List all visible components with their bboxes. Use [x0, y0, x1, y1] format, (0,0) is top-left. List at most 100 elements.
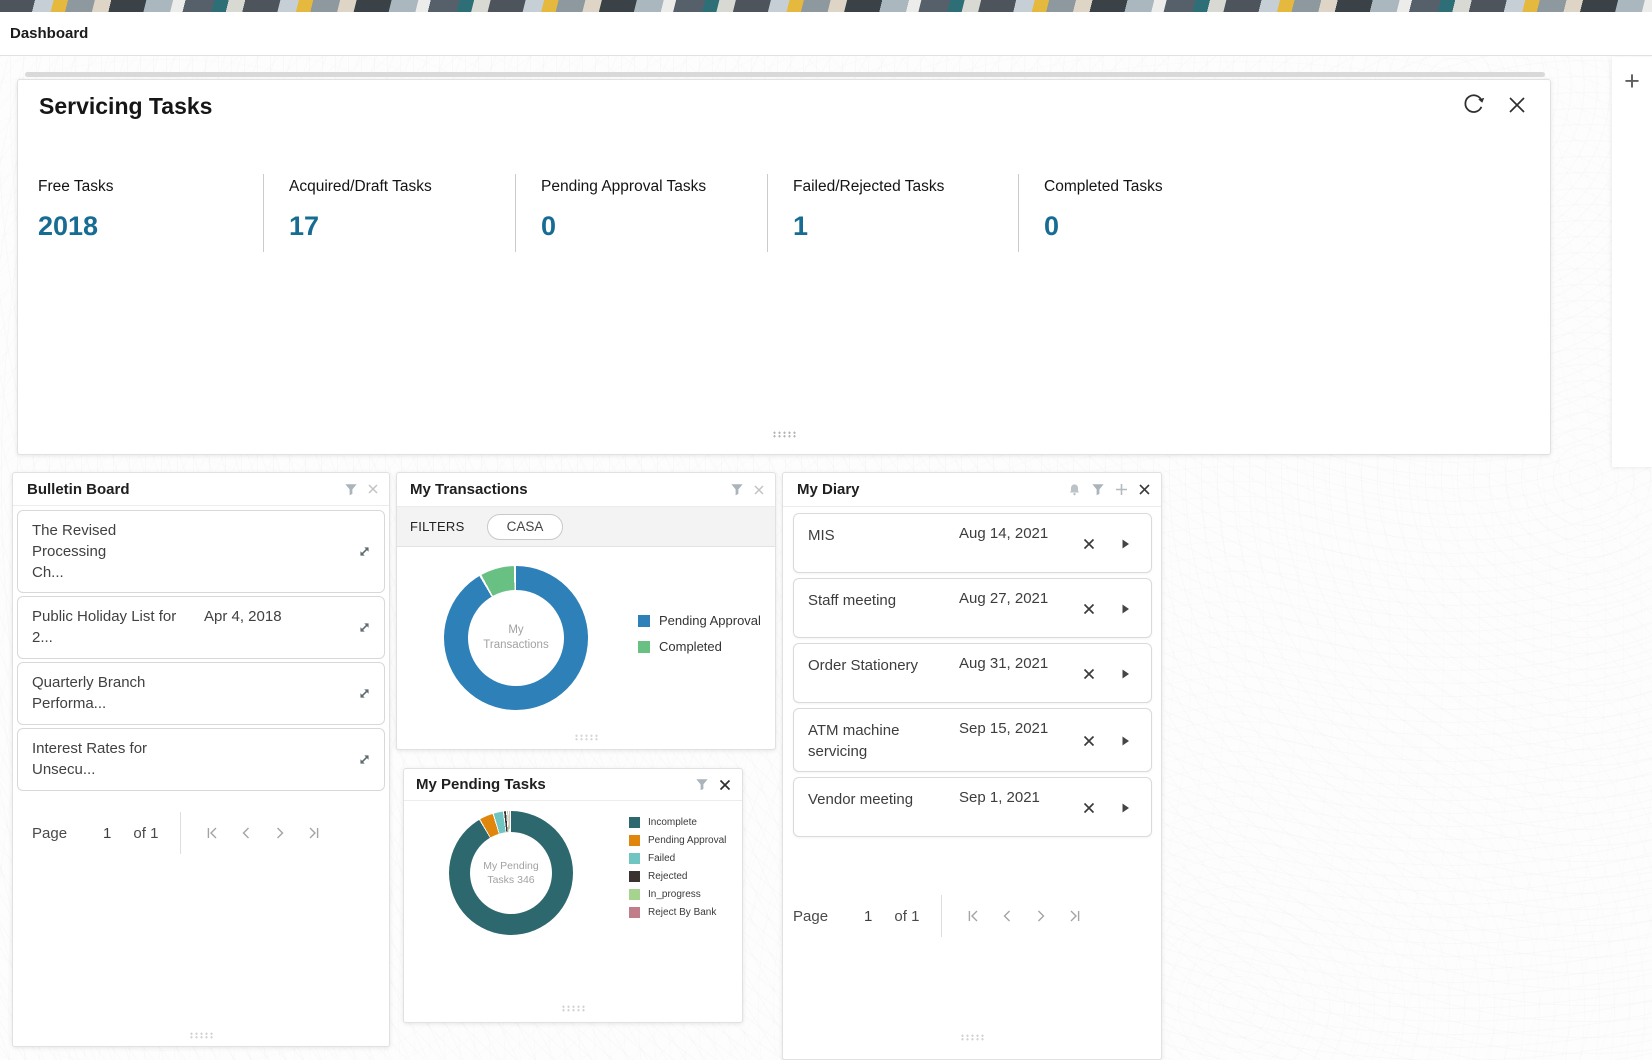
legend-swatch — [629, 871, 640, 882]
stat-pending-approval-tasks: Pending Approval Tasks 0 — [516, 174, 768, 252]
expand-icon[interactable] — [357, 686, 372, 701]
legend-swatch — [629, 889, 640, 900]
bulletin-item-title: Public Holiday List for 2... — [32, 606, 190, 648]
diary-entry-date: Sep 1, 2021 — [950, 789, 1071, 827]
bulletin-item-title: Interest Rates for Unsecu... — [32, 738, 190, 780]
stat-value[interactable]: 0 — [1044, 211, 1550, 242]
legend-item: Failed — [629, 853, 726, 864]
legend-item: Incomplete — [629, 817, 726, 828]
first-page-icon[interactable] — [205, 826, 219, 840]
delete-entry-icon[interactable] — [1083, 603, 1095, 615]
prev-page-icon[interactable] — [239, 826, 253, 840]
my-pending-tasks-donut-chart[interactable]: My Pending Tasks 346 — [449, 811, 573, 935]
refresh-icon[interactable] — [1461, 92, 1486, 117]
filter-icon[interactable] — [695, 778, 709, 791]
my-transactions-title: My Transactions — [410, 481, 528, 498]
stat-acquired-draft-tasks: Acquired/Draft Tasks 17 — [264, 174, 516, 252]
stat-value[interactable]: 2018 — [38, 211, 263, 242]
expand-icon[interactable] — [357, 620, 372, 635]
legend-item: Pending Approval — [629, 835, 726, 846]
diary-entry[interactable]: ATM machine servicing Sep 15, 2021 — [793, 708, 1152, 772]
servicing-stats-row: Free Tasks 2018 Acquired/Draft Tasks 17 … — [18, 174, 1550, 252]
filter-icon[interactable] — [1091, 483, 1105, 496]
last-page-icon[interactable] — [307, 826, 321, 840]
page-number-input[interactable]: 1 — [103, 825, 111, 842]
open-entry-icon[interactable] — [1120, 735, 1131, 747]
next-page-icon[interactable] — [1034, 909, 1048, 923]
my-transactions-legend: Pending Approval Completed — [638, 613, 761, 654]
delete-entry-icon[interactable] — [1083, 802, 1095, 814]
diary-entry[interactable]: Staff meeting Aug 27, 2021 — [793, 578, 1152, 638]
expand-icon[interactable] — [357, 544, 372, 559]
resize-handle[interactable] — [561, 1005, 585, 1012]
servicing-tasks-widget: Servicing Tasks Free Tasks 2018 Acquired… — [17, 79, 1551, 455]
diary-entry-title: Order Stationery — [808, 655, 950, 693]
diary-pagination: Page 1 of 1 — [783, 895, 1161, 937]
app-header: Dashboard — [0, 12, 1652, 56]
open-entry-icon[interactable] — [1120, 668, 1131, 680]
bulletin-item[interactable]: Quarterly Branch Performa... — [17, 662, 385, 725]
stat-failed-rejected-tasks: Failed/Rejected Tasks 1 — [768, 174, 1019, 252]
horizontal-scrollbar[interactable] — [25, 72, 1545, 77]
my-transactions-donut-chart[interactable]: My Transactions — [444, 566, 588, 710]
filter-chip-casa[interactable]: CASA — [487, 514, 564, 540]
resize-handle[interactable] — [574, 734, 598, 741]
close-icon[interactable] — [1506, 92, 1528, 117]
filters-label: FILTERS — [410, 519, 465, 534]
close-icon[interactable] — [367, 483, 379, 495]
delete-entry-icon[interactable] — [1083, 668, 1095, 680]
bulletin-item-title: The Revised Processing Ch... — [32, 520, 190, 583]
open-entry-icon[interactable] — [1120, 802, 1131, 814]
page-number-input[interactable]: 1 — [864, 908, 872, 925]
resize-handle[interactable] — [772, 431, 796, 438]
legend-swatch — [629, 817, 640, 828]
legend-swatch — [638, 615, 650, 627]
bulletin-item[interactable]: The Revised Processing Ch... — [17, 510, 385, 593]
close-icon[interactable] — [753, 484, 765, 496]
legend-item: Reject By Bank — [629, 907, 726, 918]
next-page-icon[interactable] — [273, 826, 287, 840]
prev-page-icon[interactable] — [1000, 909, 1014, 923]
close-icon[interactable] — [1138, 483, 1151, 496]
my-transactions-widget: My Transactions FILTERS CASA My Transact… — [396, 472, 776, 750]
bulletin-item[interactable]: Interest Rates for Unsecu... — [17, 728, 385, 791]
legend-item: Completed — [638, 639, 761, 654]
filters-bar: FILTERS CASA — [397, 507, 775, 547]
filter-icon[interactable] — [344, 483, 358, 496]
legend-swatch — [629, 853, 640, 864]
my-pending-tasks-title: My Pending Tasks — [416, 776, 546, 793]
diary-entry-title: ATM machine servicing — [808, 720, 950, 762]
bulletin-board-title: Bulletin Board — [27, 481, 130, 498]
diary-entry[interactable]: Vendor meeting Sep 1, 2021 — [793, 777, 1152, 837]
legend-item: In_progress — [629, 889, 726, 900]
open-entry-icon[interactable] — [1120, 538, 1131, 550]
delete-entry-icon[interactable] — [1083, 538, 1095, 550]
close-icon[interactable] — [718, 778, 732, 792]
diary-entry[interactable]: Order Stationery Aug 31, 2021 — [793, 643, 1152, 703]
last-page-icon[interactable] — [1068, 909, 1082, 923]
bell-icon[interactable] — [1068, 483, 1081, 497]
stat-value[interactable]: 17 — [289, 211, 515, 242]
expand-icon[interactable] — [357, 752, 372, 767]
add-entry-icon[interactable] — [1115, 483, 1128, 496]
first-page-icon[interactable] — [966, 909, 980, 923]
legend-swatch — [629, 907, 640, 918]
bulletin-item[interactable]: Public Holiday List for 2... Apr 4, 2018 — [17, 596, 385, 659]
stat-completed-tasks: Completed Tasks 0 — [1019, 174, 1550, 252]
diary-entry[interactable]: MIS Aug 14, 2021 — [793, 513, 1152, 573]
diary-entry-date: Sep 15, 2021 — [950, 720, 1071, 762]
page-title: Dashboard — [10, 25, 88, 42]
decorative-banner — [0, 0, 1652, 12]
diary-entry-title: Vendor meeting — [808, 789, 950, 827]
stat-value[interactable]: 1 — [793, 211, 1018, 242]
bulletin-item-date: Apr 4, 2018 — [204, 606, 282, 627]
add-widget-button[interactable]: + — [1612, 61, 1652, 101]
open-entry-icon[interactable] — [1120, 603, 1131, 615]
filter-icon[interactable] — [730, 483, 744, 496]
stat-value[interactable]: 0 — [541, 211, 767, 242]
delete-entry-icon[interactable] — [1083, 735, 1095, 747]
bulletin-board-widget: Bulletin Board The Revised Processing Ch… — [12, 472, 390, 1047]
resize-handle[interactable] — [189, 1032, 213, 1039]
diary-entry-title: Staff meeting — [808, 590, 950, 628]
resize-handle[interactable] — [960, 1034, 984, 1041]
